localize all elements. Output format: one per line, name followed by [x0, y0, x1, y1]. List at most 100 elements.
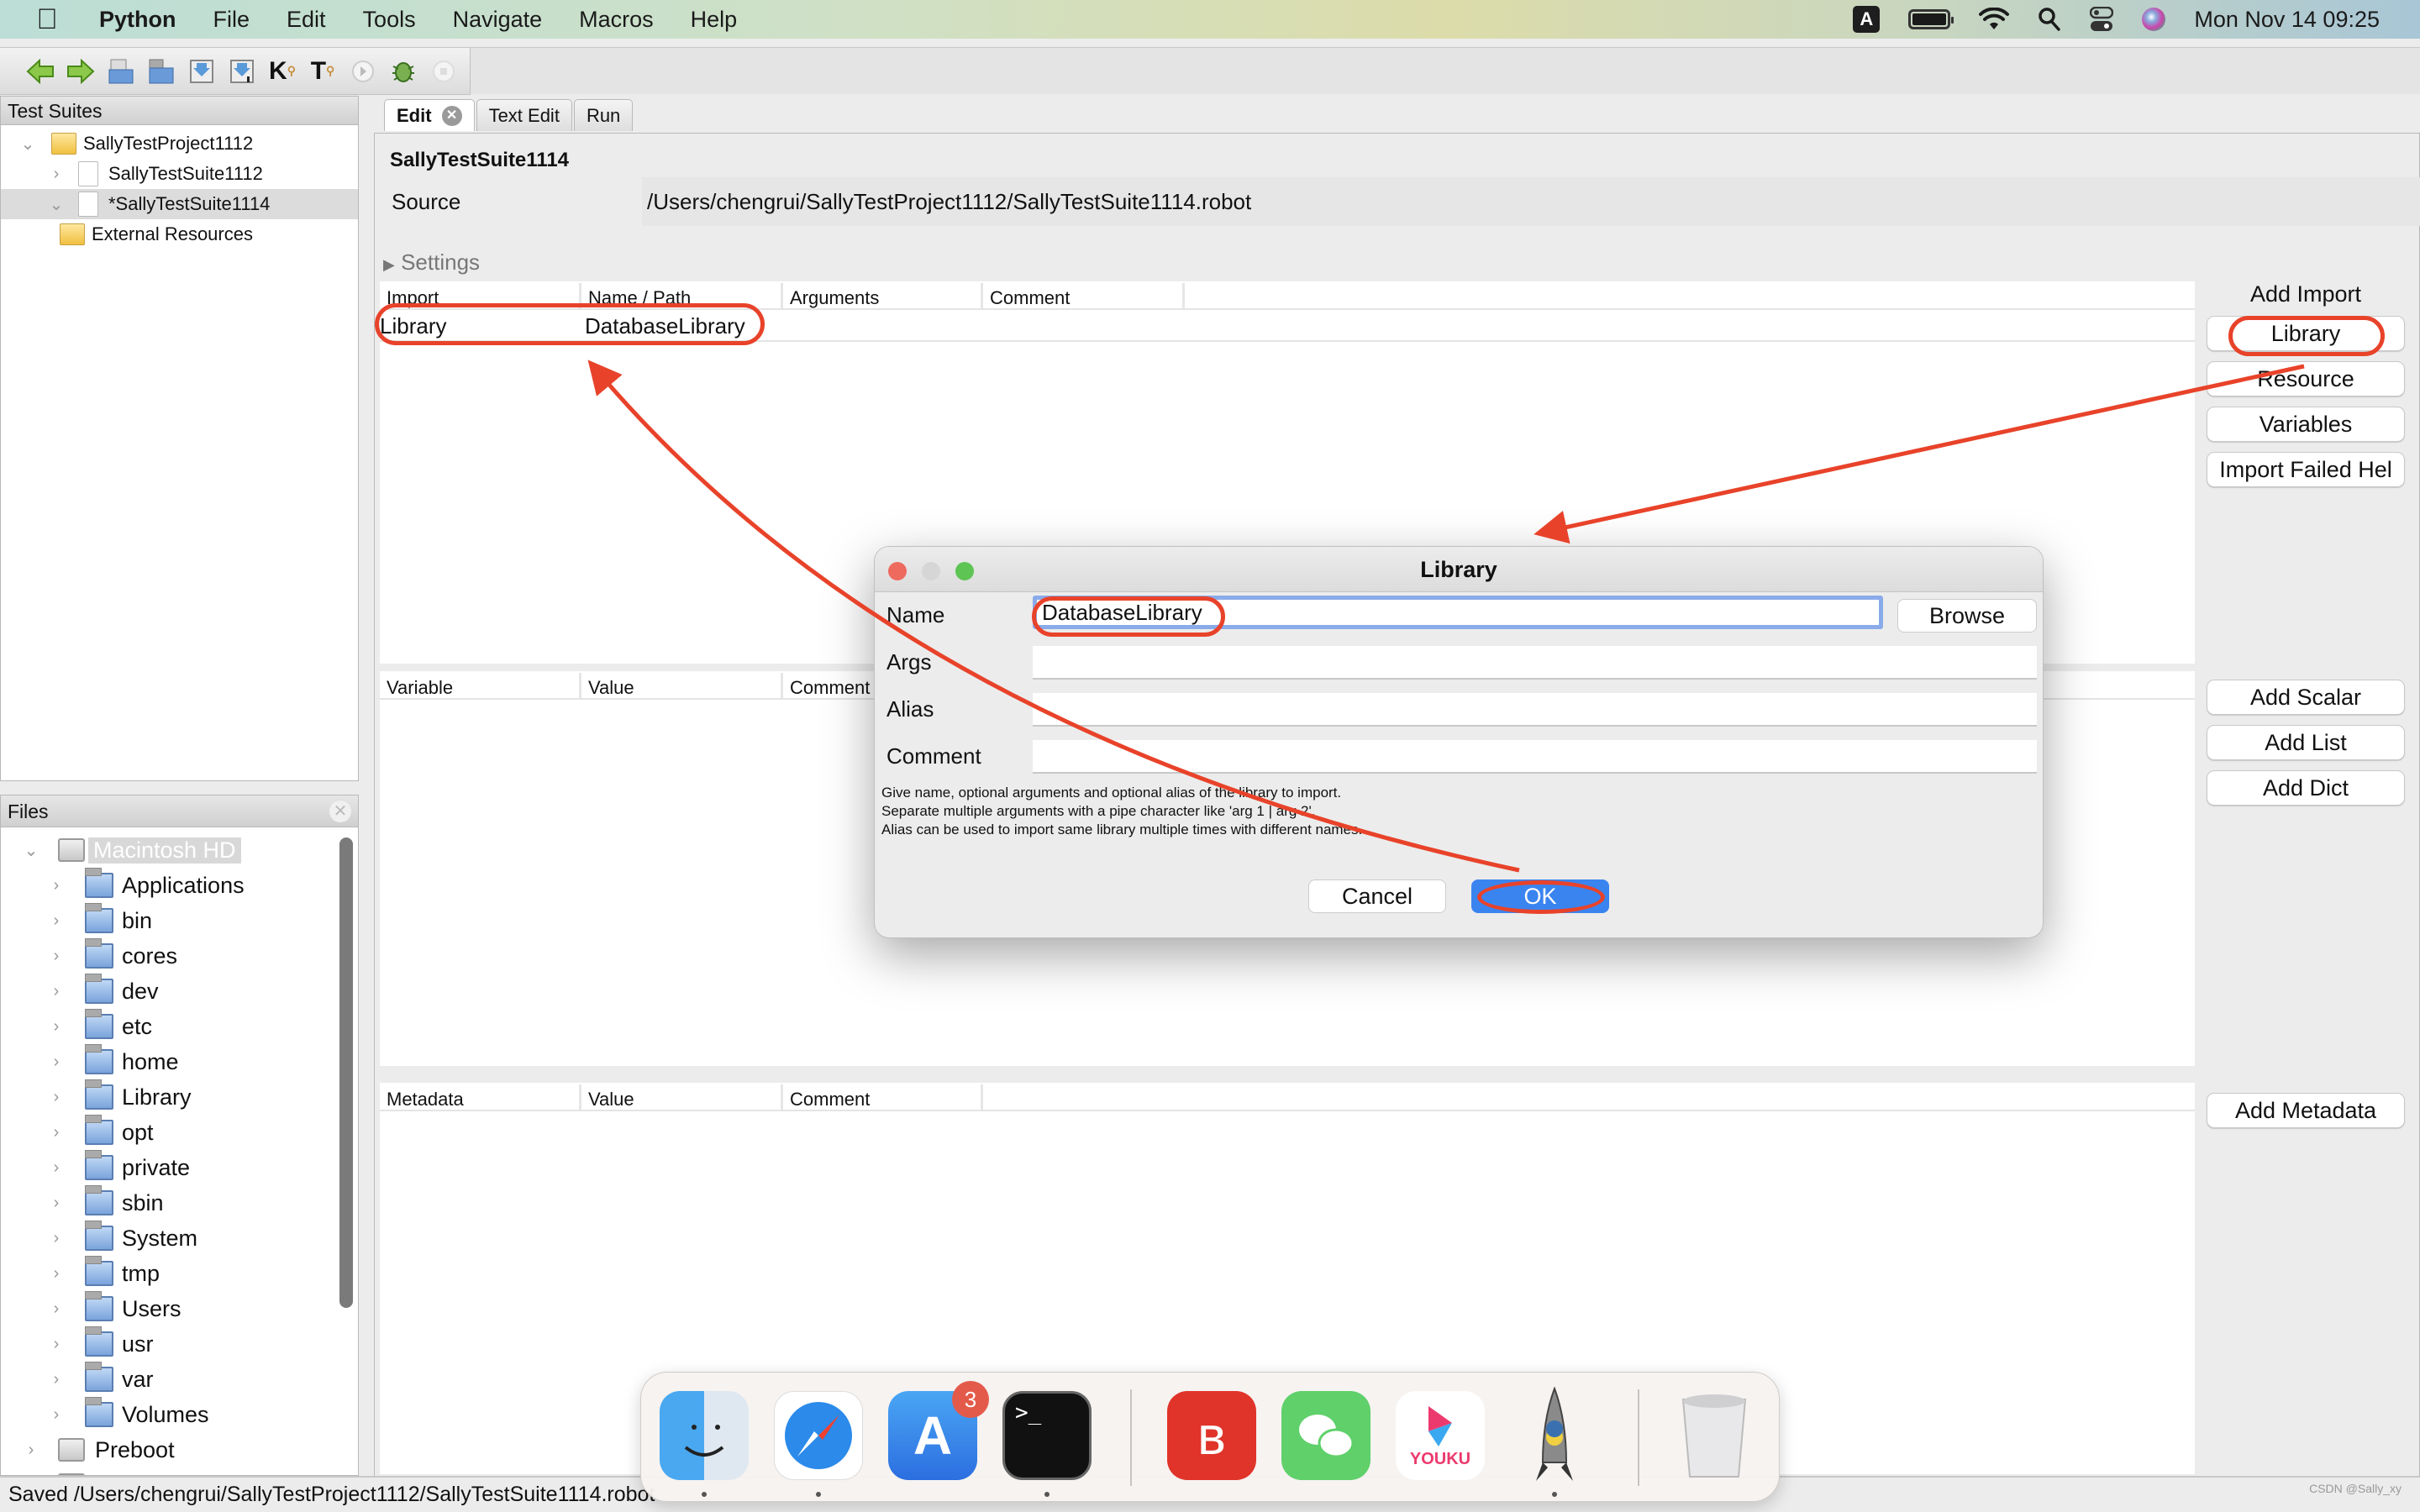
menu-navigate[interactable]: Navigate [453, 7, 543, 33]
dock-safari[interactable] [774, 1391, 863, 1480]
import-comment-cell[interactable] [983, 310, 1185, 340]
tree-item-preboot[interactable]: › Preboot [1, 1432, 358, 1467]
add-dict-button[interactable]: Add Dict [2207, 770, 2405, 806]
run-icon[interactable] [346, 55, 380, 88]
tree-item-project[interactable]: ⌄ SallyTestProject1112 [1, 129, 358, 159]
comment-input[interactable] [1033, 740, 2037, 774]
tab-text-edit[interactable]: Text Edit [476, 99, 572, 131]
menu-edit[interactable]: Edit [287, 7, 326, 33]
dock-youku[interactable]: YOUKU [1396, 1391, 1485, 1480]
save-icon[interactable] [185, 55, 218, 88]
menu-app-name[interactable]: Python [99, 7, 176, 33]
tree-item-folder[interactable]: › System [1, 1221, 358, 1256]
alias-input[interactable] [1033, 693, 2037, 727]
chevron-right-icon[interactable]: › [48, 1158, 65, 1178]
tree-item-folder[interactable]: › var [1, 1362, 358, 1397]
chevron-right-icon[interactable]: › [48, 1264, 65, 1284]
menu-tools[interactable]: Tools [363, 7, 416, 33]
tree-item-folder[interactable]: › tmp [1, 1256, 358, 1291]
dock-finder[interactable] [660, 1391, 749, 1480]
settings-toggle[interactable]: ▶ Settings [383, 249, 480, 276]
tree-item-folder[interactable]: › opt [1, 1115, 358, 1150]
clock[interactable]: Mon Nov 14 09:25 [2194, 7, 2380, 33]
tree-item-vm[interactable]: › VM [1, 1467, 358, 1475]
menu-help[interactable]: Help [691, 7, 738, 33]
menu-file[interactable]: File [213, 7, 250, 33]
siri-icon[interactable] [2142, 8, 2166, 31]
open-directory-icon[interactable] [145, 55, 178, 88]
column-header[interactable]: Comment [783, 1084, 983, 1110]
spotlight-search-icon[interactable] [2038, 7, 2061, 32]
menu-macros[interactable]: Macros [579, 7, 654, 33]
chevron-right-icon[interactable]: › [48, 1335, 65, 1354]
maximize-window-icon[interactable] [955, 562, 974, 580]
battery-icon[interactable] [1908, 9, 1954, 29]
close-tab-icon[interactable]: ✕ [441, 105, 462, 126]
chevron-down-icon[interactable]: ⌄ [23, 840, 39, 861]
column-header[interactable]: Metadata [380, 1084, 581, 1110]
control-center-icon[interactable] [2090, 7, 2114, 32]
tree-item-suite-1112[interactable]: › SallyTestSuite1112 [1, 159, 358, 189]
column-header[interactable]: Arguments [783, 283, 983, 308]
minimize-window-icon[interactable] [922, 562, 940, 580]
add-list-button[interactable]: Add List [2207, 725, 2405, 760]
chevron-right-icon[interactable]: › [48, 1053, 65, 1072]
tree-item-folder[interactable]: › cores [1, 938, 358, 974]
chevron-right-icon[interactable]: › [48, 1194, 65, 1213]
tab-edit[interactable]: Edit ✕ [384, 99, 475, 131]
column-header[interactable]: Comment [983, 283, 1185, 308]
chevron-right-icon[interactable]: › [48, 1229, 65, 1248]
chevron-right-icon[interactable]: › [48, 1123, 65, 1142]
add-metadata-button[interactable]: Add Metadata [2207, 1093, 2405, 1128]
tree-item-folder[interactable]: › sbin [1, 1185, 358, 1221]
save-all-icon[interactable] [225, 55, 259, 88]
close-window-icon[interactable] [888, 562, 907, 580]
cancel-button[interactable]: Cancel [1308, 879, 1446, 913]
chevron-down-icon[interactable]: ⌄ [19, 134, 36, 155]
tree-item-folder[interactable]: › dev [1, 974, 358, 1009]
import-failed-help-button[interactable]: Import Failed Hel [2207, 452, 2405, 487]
open-test-suite-icon[interactable] [104, 55, 138, 88]
debug-bug-icon[interactable] [387, 55, 420, 88]
chevron-right-icon[interactable]: › [48, 1405, 65, 1425]
tab-run[interactable]: Run [573, 99, 634, 131]
browse-button[interactable]: Browse [1897, 599, 2037, 633]
chevron-right-icon[interactable]: › [48, 165, 65, 184]
chevron-right-icon[interactable]: › [48, 1299, 65, 1319]
wifi-icon[interactable] [1979, 8, 2010, 31]
dock-terminal[interactable]: >_ [1002, 1391, 1092, 1480]
tree-item-folder[interactable]: › Library [1, 1079, 358, 1115]
dock-python-launcher[interactable] [1510, 1387, 1599, 1481]
chevron-right-icon[interactable]: › [48, 876, 65, 895]
stop-icon[interactable] [427, 55, 460, 88]
chevron-right-icon[interactable]: › [48, 1370, 65, 1389]
chevron-right-icon[interactable]: › [48, 982, 65, 1001]
close-panel-icon[interactable]: ✕ [329, 801, 351, 822]
chevron-right-icon[interactable]: › [48, 947, 65, 966]
back-arrow-icon[interactable] [24, 55, 57, 88]
chevron-right-icon[interactable]: › [48, 1017, 65, 1037]
import-arguments-cell[interactable] [783, 310, 983, 340]
tree-item-folder[interactable]: › home [1, 1044, 358, 1079]
column-header[interactable]: Value [581, 1084, 783, 1110]
dock-app-store[interactable]: A 3 [888, 1381, 989, 1480]
tree-item-folder[interactable]: › Users [1, 1291, 358, 1326]
args-input[interactable] [1033, 646, 2037, 680]
search-tests-icon[interactable]: T ⚲ [306, 55, 339, 88]
tree-item-macintosh-hd[interactable]: ⌄ Macintosh HD [1, 832, 358, 868]
tree-item-folder[interactable]: › bin [1, 903, 358, 938]
tree-item-folder[interactable]: › usr [1, 1326, 358, 1362]
dock-wechat[interactable] [1281, 1391, 1370, 1480]
add-variables-button[interactable]: Variables [2207, 407, 2405, 442]
dock-netease-music[interactable]: в [1167, 1391, 1256, 1480]
column-header[interactable]: Value [581, 673, 783, 698]
chevron-right-icon[interactable]: › [48, 1088, 65, 1107]
tree-item-folder[interactable]: › Applications [1, 868, 358, 903]
tree-item-folder[interactable]: › Volumes [1, 1397, 358, 1432]
chevron-down-icon[interactable]: ⌄ [48, 194, 65, 215]
chevron-right-icon[interactable]: › [23, 1441, 39, 1460]
dock-trash[interactable] [1670, 1391, 1759, 1480]
forward-arrow-icon[interactable] [64, 55, 97, 88]
tree-item-folder[interactable]: › private [1, 1150, 358, 1185]
tree-item-folder[interactable]: › etc [1, 1009, 358, 1044]
